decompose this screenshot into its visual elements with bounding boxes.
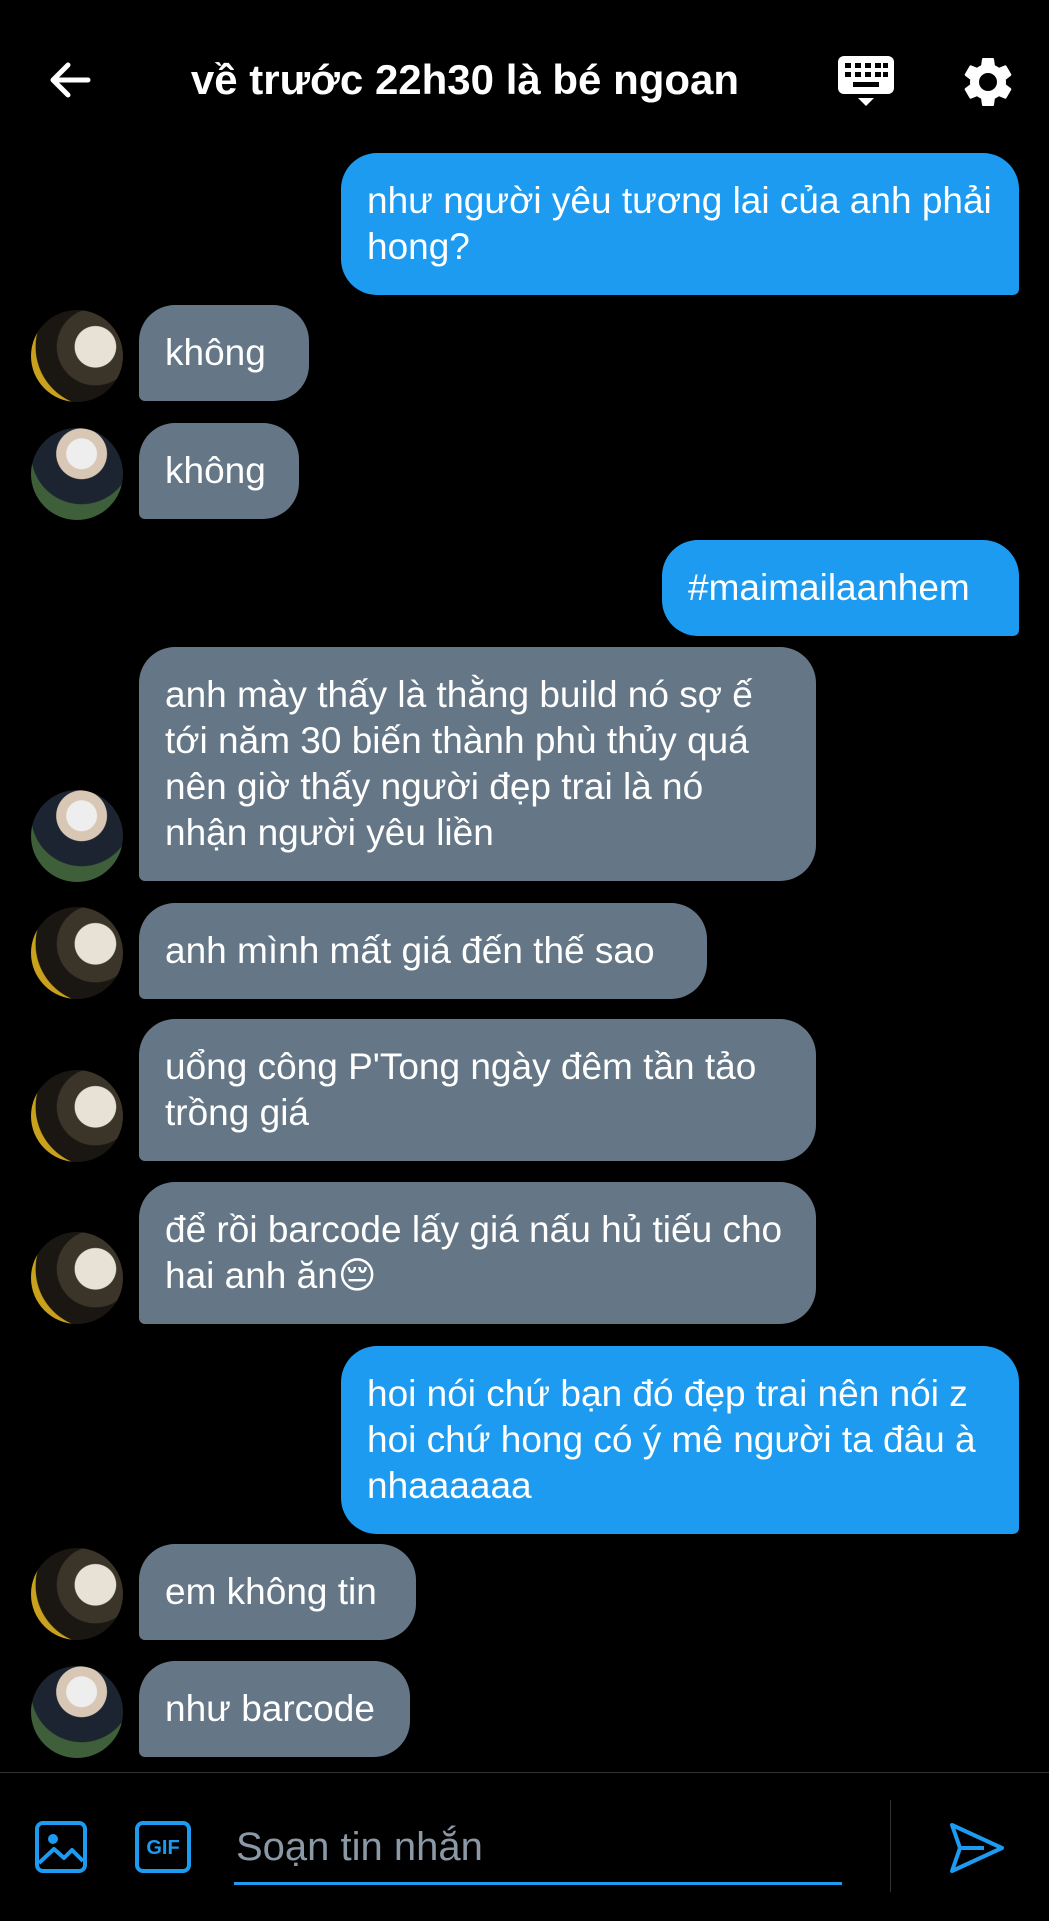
avatar[interactable] [31,907,123,999]
message-bubble-incoming[interactable]: em không tin [139,1544,416,1640]
message-bubble-incoming[interactable]: uổng công P'Tong ngày đêm tần tảo trồng … [139,1019,816,1161]
message-bubble-outgoing[interactable]: như người yêu tương lai của anh phải hon… [341,153,1019,295]
avatar[interactable] [31,310,123,402]
message-bubble-outgoing[interactable]: #maimailaanhem [662,540,1019,636]
message-input[interactable] [234,1812,842,1885]
avatar[interactable] [31,1666,123,1758]
composer-divider [890,1800,891,1892]
add-image-button[interactable] [34,1820,88,1874]
send-button[interactable] [948,1820,1006,1876]
avatar[interactable] [31,1070,123,1162]
avatar[interactable] [31,428,123,520]
send-icon [950,1823,1004,1873]
gif-icon: GIF [135,1821,191,1873]
message-bubble-incoming[interactable]: anh mình mất giá đến thế sao [139,903,707,999]
add-gif-button[interactable]: GIF [134,1820,192,1874]
message-bubble-incoming[interactable]: như barcode [139,1661,410,1757]
message-bubble-incoming[interactable]: không [139,423,299,519]
message-bubble-outgoing[interactable]: hoi nói chứ bạn đó đẹp trai nên nói z ho… [341,1346,1019,1534]
message-bubble-incoming[interactable]: không [139,305,309,401]
message-list: như người yêu tương lai của anh phải hon… [0,0,1049,1760]
gif-label: GIF [146,1837,179,1859]
message-bubble-incoming[interactable]: để rồi barcode lấy giá nấu hủ tiếu cho h… [139,1182,816,1324]
avatar[interactable] [31,1548,123,1640]
avatar[interactable] [31,790,123,882]
message-bubble-incoming[interactable]: anh mày thấy là thằng build nó sợ ế tới … [139,647,816,881]
image-icon [35,1821,87,1873]
avatar[interactable] [31,1232,123,1324]
